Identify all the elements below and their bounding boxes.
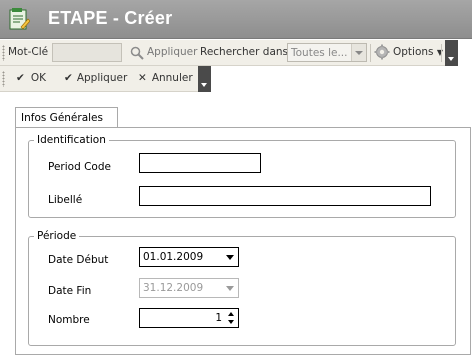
toolbar-grip[interactable] <box>2 71 5 87</box>
tab-panel: Identification Period Code Libellé Pério… <box>15 127 471 355</box>
search-toolbar: Mot-Clé Appliquer Rechercher dans Toutes… <box>0 40 458 66</box>
spinner-arrows-icon[interactable] <box>227 311 236 325</box>
title-bar: ETAPE - Créer <box>0 0 472 39</box>
cancel-button[interactable]: ✕ Annuler <box>138 72 193 84</box>
search-in-label: Rechercher dans <box>200 46 289 58</box>
apply-label: Appliquer <box>76 72 128 84</box>
checkmark-icon: ✔ <box>16 72 25 84</box>
apply-filter-icon[interactable] <box>129 45 145 61</box>
ok-label: OK <box>30 72 46 84</box>
toolbar-separator <box>370 44 371 62</box>
keyword-input[interactable] <box>52 43 122 62</box>
chevron-down-icon <box>351 44 366 61</box>
libelle-input[interactable] <box>139 186 431 206</box>
spinner-down-icon[interactable] <box>228 320 234 324</box>
date-debut-picker[interactable]: 01.01.2009 <box>139 247 239 267</box>
periode-group: Période Date Début 01.01.2009 Date Fin 3… <box>28 230 456 346</box>
form-document-icon <box>9 8 30 30</box>
apply-filter-button[interactable]: Appliquer <box>147 46 197 58</box>
tab-infos-generales[interactable]: Infos Générales <box>15 107 118 128</box>
chevron-down-icon <box>226 286 234 291</box>
chevron-down-icon: ▼ <box>436 48 444 57</box>
toolbar-overflow-button[interactable] <box>198 66 211 92</box>
apply-button[interactable]: ✔ Appliquer <box>64 72 127 84</box>
toolbar-grip[interactable] <box>2 45 5 61</box>
date-fin-label: Date Fin <box>48 285 92 297</box>
spinner-up-icon[interactable] <box>228 312 234 316</box>
identification-legend: Identification <box>34 134 109 146</box>
gear-icon[interactable] <box>374 44 390 60</box>
options-button[interactable]: Options ▼ <box>393 46 443 58</box>
nombre-stepper[interactable]: 1 <box>139 308 239 328</box>
search-in-select[interactable]: Toutes le... <box>287 43 367 62</box>
checkmark-icon: ✔ <box>64 72 73 84</box>
identification-group: Identification Period Code Libellé <box>28 134 456 218</box>
options-label: Options <box>393 46 434 58</box>
period-code-label: Period Code <box>48 161 111 173</box>
window-title: ETAPE - Créer <box>48 8 173 28</box>
close-icon: ✕ <box>138 72 147 84</box>
cancel-label: Annuler <box>151 72 193 84</box>
nombre-label: Nombre <box>48 314 90 326</box>
toolbar-overflow-button[interactable] <box>445 40 458 66</box>
nombre-value: 1 <box>215 312 222 324</box>
date-debut-value: 01.01.2009 <box>143 251 204 263</box>
date-fin-value: 31.12.2009 <box>143 282 204 294</box>
toolbar-separator <box>441 44 442 62</box>
ok-button[interactable]: ✔ OK <box>16 72 46 84</box>
date-fin-picker: 31.12.2009 <box>139 278 239 298</box>
keyword-label: Mot-Clé <box>8 46 49 58</box>
chevron-down-icon[interactable] <box>226 255 234 260</box>
libelle-label: Libellé <box>48 194 83 206</box>
periode-legend: Période <box>34 230 80 242</box>
period-code-input[interactable] <box>139 153 261 173</box>
tab-label: Infos Générales <box>21 112 103 124</box>
actions-toolbar: ✔ OK ✔ Appliquer ✕ Annuler <box>0 66 211 92</box>
search-in-value: Toutes le... <box>291 47 348 59</box>
date-debut-label: Date Début <box>48 254 109 266</box>
